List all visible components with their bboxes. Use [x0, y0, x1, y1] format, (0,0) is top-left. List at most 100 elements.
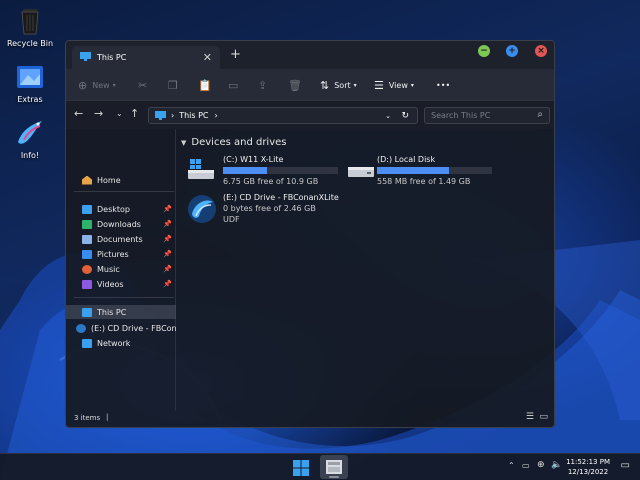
tiles-view-icon[interactable]: ▭	[539, 412, 548, 422]
nav-item-music[interactable]: Music 📌	[66, 262, 176, 276]
pin-icon: 📌	[163, 250, 172, 258]
clock[interactable]: 11:52:13 PM 12/13/2022	[566, 457, 610, 477]
chevron-right-icon: ›	[214, 111, 218, 120]
chevron-down-icon: ▾	[112, 81, 116, 89]
drive-name: (E:) CD Drive - FBConanXLite	[223, 193, 339, 202]
drive-e[interactable]: (E:) CD Drive - FBConanXLite 0 bytes fre…	[187, 193, 387, 233]
share-icon: ⇪	[258, 78, 268, 92]
minimize-button[interactable]: −	[478, 45, 490, 57]
status-bar: 3 items | ☰ ▭	[66, 409, 554, 427]
computer-icon	[155, 111, 166, 120]
nav-item-network[interactable]: Network	[66, 336, 176, 350]
nav-item-this-pc[interactable]: This PC	[66, 305, 176, 319]
tab-this-pc[interactable]: This PC ✕	[72, 46, 220, 69]
search-icon: ⌕	[537, 109, 543, 120]
nav-item-home[interactable]: Home	[66, 173, 176, 187]
nav-item-downloads[interactable]: Downloads 📌	[66, 217, 176, 231]
cd-drive-icon	[187, 194, 217, 226]
copy-button[interactable]: ❐	[168, 69, 183, 101]
new-button[interactable]: ⊕ New ▾	[78, 69, 116, 101]
drive-usage-fill	[223, 167, 267, 174]
cut-button[interactable]: ✂	[138, 69, 152, 101]
navigation-pane: Home Desktop 📌 Downloads 📌 Documents 📌 P…	[66, 129, 176, 411]
desktop-icon-info[interactable]: Info!	[0, 118, 60, 160]
drive-d[interactable]: (D:) Local Disk 558 MB free of 1.49 GB	[347, 155, 507, 189]
sort-button[interactable]: ⇅ Sort ▾	[320, 69, 357, 101]
taskbar: ⌃ ▭ ⊕ 🔈 11:52:13 PM 12/13/2022 ▭	[0, 453, 640, 480]
nav-item-desktop[interactable]: Desktop 📌	[66, 202, 176, 216]
pin-icon: 📌	[163, 220, 172, 228]
volume-icon[interactable]: 🔈	[551, 460, 562, 470]
view-button[interactable]: ☰ View ▾	[374, 69, 414, 101]
taskbar-file-explorer[interactable]	[320, 455, 348, 479]
paste-icon: 📋	[198, 78, 212, 92]
refresh-icon[interactable]: ↻	[401, 111, 409, 121]
copy-icon: ❐	[168, 78, 178, 92]
file-explorer-icon	[326, 460, 342, 474]
title-bar: This PC ✕ + − + ×	[66, 41, 554, 69]
recent-chevron-icon[interactable]: ⌄	[116, 109, 123, 118]
start-button[interactable]	[293, 460, 309, 478]
home-icon	[82, 175, 92, 185]
pin-icon: 📌	[163, 265, 172, 273]
forward-arrow-icon[interactable]: →	[94, 107, 103, 120]
drive-usage-bar	[377, 167, 492, 174]
search-input[interactable]: Search This PC ⌕	[424, 107, 550, 124]
close-tab-icon[interactable]: ✕	[203, 51, 212, 64]
share-button[interactable]: ⇪	[258, 69, 272, 101]
desktop-icon	[82, 204, 92, 214]
sort-label: Sort	[334, 80, 351, 90]
notifications-icon[interactable]: ▭	[621, 460, 630, 471]
desktop-icon-label: Recycle Bin	[6, 39, 54, 48]
nav-divider	[74, 191, 174, 192]
command-bar: ⊕ New ▾ ✂ ❐ 📋 ▭ ⇪ 🗑 ⇅ Sort ▾ ☰ View ▾ ••…	[66, 69, 554, 101]
nav-item-label: Downloads	[97, 219, 141, 229]
bird-logo-icon	[14, 118, 46, 148]
desktop-icon-extras[interactable]: Extras	[0, 62, 60, 104]
rename-button[interactable]: ▭	[228, 69, 243, 101]
nav-item-videos[interactable]: Videos 📌	[66, 277, 176, 291]
new-plus-icon: ⊕	[78, 78, 88, 92]
section-header[interactable]: ▼ Devices and drives	[181, 137, 287, 148]
tray-overflow-chevron-icon[interactable]: ⌃	[508, 461, 515, 470]
content-pane: ▼ Devices and drives (C:) W11 X-Lite 6.7…	[177, 129, 554, 411]
maximize-button[interactable]: +	[506, 45, 518, 57]
paste-button[interactable]: 📋	[198, 69, 217, 101]
nav-divider	[74, 297, 174, 298]
back-arrow-icon[interactable]: ←	[74, 107, 83, 120]
rename-icon: ▭	[228, 78, 239, 92]
nav-item-label: Pictures	[97, 249, 129, 259]
new-tab-button[interactable]: +	[230, 47, 241, 62]
close-button[interactable]: ×	[535, 45, 547, 57]
breadcrumb-this-pc[interactable]: This PC	[179, 111, 208, 120]
up-arrow-icon[interactable]: ↑	[130, 107, 139, 120]
nav-item-documents[interactable]: Documents 📌	[66, 232, 176, 246]
pictures-icon	[82, 249, 92, 259]
nav-item-pictures[interactable]: Pictures 📌	[66, 247, 176, 261]
videos-icon	[82, 279, 92, 289]
network-globe-icon[interactable]: ⊕	[537, 460, 545, 470]
address-dropdown-icon[interactable]: ⌄	[385, 112, 391, 120]
chevron-right-icon: ›	[171, 111, 175, 120]
view-lines-icon: ☰	[374, 78, 384, 92]
view-label: View	[388, 80, 408, 90]
nav-item-label: Home	[97, 175, 121, 185]
details-view-icon[interactable]: ☰	[526, 412, 534, 422]
search-placeholder: Search This PC	[431, 111, 491, 120]
keyboard-icon[interactable]: ▭	[522, 461, 530, 470]
more-options-button[interactable]: •••	[436, 69, 450, 101]
pin-icon: 📌	[163, 280, 172, 288]
hard-disk-icon	[347, 159, 375, 183]
nav-item-label: This PC	[97, 307, 127, 317]
tab-title: This PC	[97, 53, 127, 62]
file-explorer-window: This PC ✕ + − + × ⊕ New ▾ ✂ ❐ 📋 ▭ ⇪ 🗑 ⇅ …	[65, 40, 555, 428]
drive-usage-bar	[223, 167, 338, 174]
running-indicator	[329, 476, 339, 478]
nav-item-cd-drive[interactable]: (E:) CD Drive - FBConanXLite	[66, 321, 176, 335]
address-box[interactable]: › This PC › ⌄ ↻	[148, 107, 418, 124]
document-icon	[82, 234, 92, 244]
delete-button[interactable]: 🗑	[288, 69, 307, 101]
drive-c[interactable]: (C:) W11 X-Lite 6.75 GB free of 10.9 GB	[187, 155, 347, 189]
desktop-icon-recycle-bin[interactable]: Recycle Bin	[0, 6, 60, 48]
recycle-bin-icon	[14, 6, 46, 36]
